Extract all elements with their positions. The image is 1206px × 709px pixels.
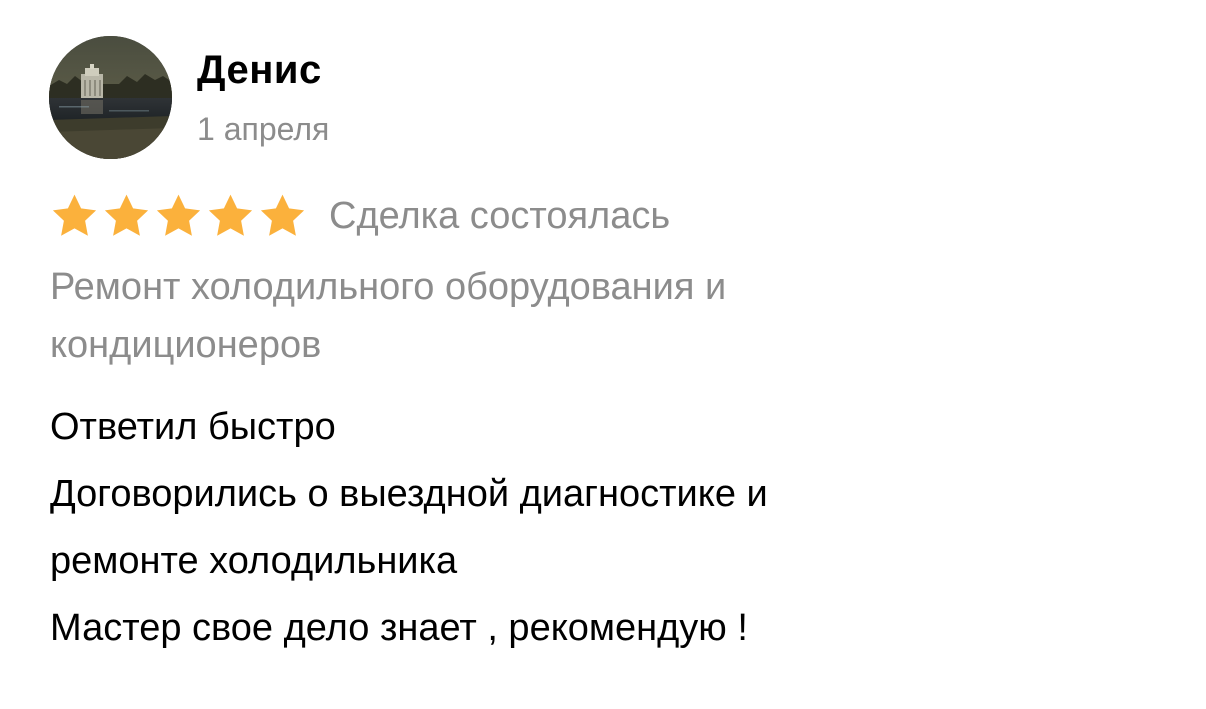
review-text-line: Договорились о выездной диагностике и: [50, 473, 768, 515]
service-category-line: кондиционеров: [50, 324, 322, 366]
deal-status: Сделка состоялась: [329, 195, 671, 237]
star-icon: [208, 194, 253, 236]
review-text: Ответил быстро Договорились о выездной д…: [50, 394, 1150, 662]
star-icon: [52, 194, 97, 236]
review-card: Денис 1 апреля Сделка состоялась Ремонт …: [0, 0, 1206, 709]
review-text-line: Мастер свое дело знает , рекомендую !: [50, 607, 748, 649]
review-date: 1 апреля: [197, 111, 330, 147]
service-category-line: Ремонт холодильного оборудования и: [50, 266, 727, 308]
star-icon: [260, 194, 305, 236]
star-icon: [156, 194, 201, 236]
review-text-line: ремонте холодильника: [50, 540, 458, 582]
rating-row: Сделка состоялась: [50, 192, 670, 240]
avatar[interactable]: [49, 36, 172, 159]
avatar-photo-icon: [49, 36, 172, 159]
star-rating: [50, 193, 307, 239]
author-name[interactable]: Денис: [197, 44, 322, 96]
review-text-line: Ответил быстро: [50, 406, 336, 448]
star-icon: [104, 194, 149, 236]
service-category: Ремонт холодильного оборудования и конди…: [50, 258, 1050, 374]
